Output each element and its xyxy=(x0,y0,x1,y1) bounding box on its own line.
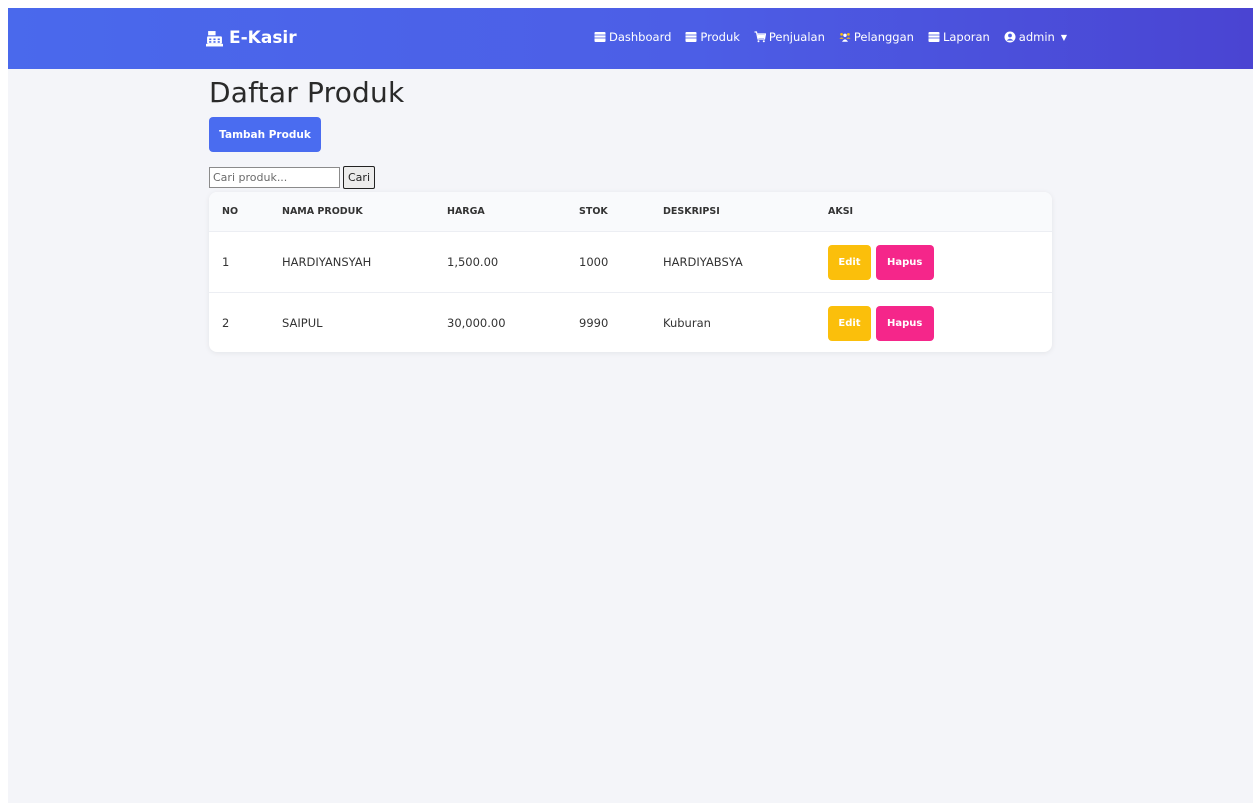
cell-no: 1 xyxy=(222,255,230,269)
nav-label: Penjualan xyxy=(768,30,825,44)
cell-no: 2 xyxy=(209,292,282,352)
header-price: HARGA xyxy=(447,192,579,232)
cell-description: HARDIYABSYA xyxy=(663,255,743,269)
search-input[interactable] xyxy=(209,167,340,188)
brand[interactable]: E-Kasir xyxy=(206,28,297,48)
nav-menu: Dashboard Produk Penjualan Pelanggan Lap… xyxy=(594,30,1067,44)
edit-button[interactable]: Edit xyxy=(828,305,871,341)
product-table: NO NAMA PRODUK HARGA STOK DESKRIPSI AKSI… xyxy=(209,192,1052,352)
page-background: E-Kasir Dashboard Produk Penjualan Pelan… xyxy=(8,8,1253,803)
user-label: admin xyxy=(1018,30,1055,44)
cart-icon xyxy=(754,31,766,43)
nav-item-produk[interactable]: Produk xyxy=(685,30,740,44)
nav-item-pelanggan[interactable]: Pelanggan xyxy=(839,30,914,44)
header-stock: STOK xyxy=(579,192,663,232)
nav-item-laporan[interactable]: Laporan xyxy=(928,30,990,44)
add-product-button[interactable]: Tambah Produk xyxy=(209,117,321,152)
caret-down-icon: ▼ xyxy=(1060,32,1067,42)
cash-register-icon xyxy=(206,30,223,46)
nav-item-penjualan[interactable]: Penjualan xyxy=(754,30,825,44)
page-title: Daftar Produk xyxy=(209,76,405,109)
cell-actions: Edit Hapus xyxy=(828,232,1052,293)
cell-name: HARDIYANSYAH xyxy=(282,255,372,269)
nav-label: Laporan xyxy=(942,30,990,44)
search-form: Cari xyxy=(209,166,375,189)
table-icon xyxy=(928,32,940,42)
cell-price: 1,500.00 xyxy=(447,255,499,269)
user-circle-icon xyxy=(1004,31,1016,43)
nav-item-dashboard[interactable]: Dashboard xyxy=(594,30,671,44)
header-no: NO xyxy=(209,192,282,232)
table-icon xyxy=(594,32,606,42)
cell-description: Kuburan xyxy=(663,292,828,352)
nav-label: Produk xyxy=(700,30,740,44)
product-table-card: NO NAMA PRODUK HARGA STOK DESKRIPSI AKSI… xyxy=(209,192,1052,352)
cell-actions: Edit Hapus xyxy=(828,292,1052,352)
nav-label: Pelanggan xyxy=(853,30,914,44)
table-row: 2 SAIPUL 30,000.00 9990 Kuburan Edit Hap… xyxy=(209,292,1052,352)
delete-button[interactable]: Hapus xyxy=(875,305,934,341)
brand-label: E-Kasir xyxy=(229,28,297,48)
delete-button[interactable]: Hapus xyxy=(875,244,934,280)
edit-button[interactable]: Edit xyxy=(828,244,871,280)
users-icon xyxy=(839,33,851,42)
header-actions: AKSI xyxy=(828,192,1052,232)
cell-price: 30,000.00 xyxy=(447,292,579,352)
header-description: DESKRIPSI xyxy=(663,192,828,232)
navbar: E-Kasir Dashboard Produk Penjualan Pelan… xyxy=(8,8,1253,69)
nav-label: Dashboard xyxy=(609,30,672,44)
user-menu[interactable]: admin ▼ xyxy=(1004,30,1067,44)
header-name: NAMA PRODUK xyxy=(282,192,447,232)
search-button[interactable]: Cari xyxy=(343,166,375,189)
cell-stock: 9990 xyxy=(579,292,663,352)
cell-name: SAIPUL xyxy=(282,292,447,352)
table-header-row: NO NAMA PRODUK HARGA STOK DESKRIPSI AKSI xyxy=(209,192,1052,232)
table-icon xyxy=(685,32,697,42)
table-row: 1 HARDIYANSYAH 1,500.00 1000 HARDIYABSYA… xyxy=(209,232,1052,293)
cell-stock: 1000 xyxy=(579,255,609,269)
